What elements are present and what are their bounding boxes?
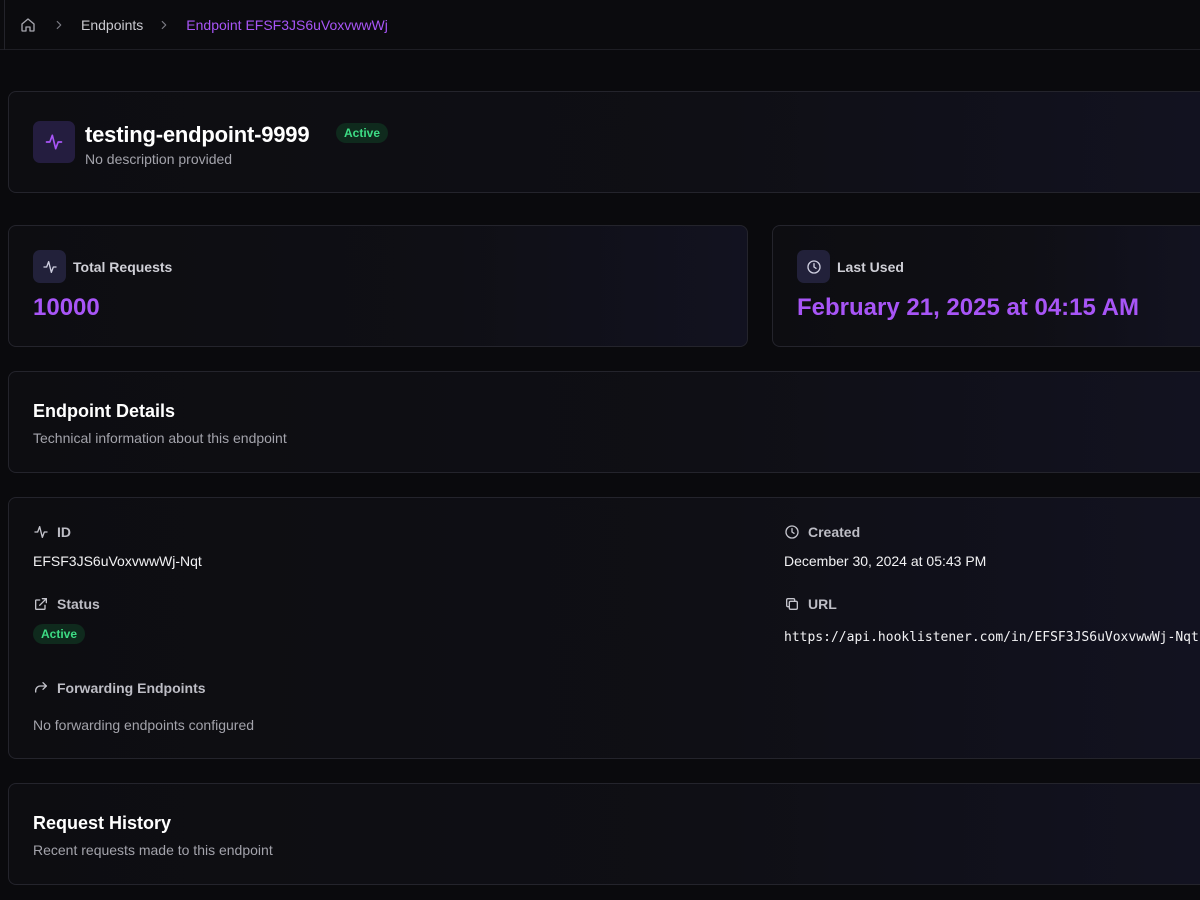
chevron-right-icon [157,17,173,33]
endpoint-header-card: testing-endpoint-9999 Active No descript… [8,91,1200,193]
created-field-label: Created [784,524,860,540]
chevron-right-icon [52,17,68,33]
top-bar: Endpoints Endpoint EFSF3JS6uVoxvwwWj [0,0,1200,50]
activity-icon [33,121,75,163]
endpoint-details-title: Endpoint Details [33,401,176,421]
clock-icon [797,250,830,283]
external-link-icon [33,596,49,612]
total-requests-label: Total Requests [73,259,173,275]
breadcrumb: Endpoints Endpoint EFSF3JS6uVoxvwwWj [20,13,388,37]
id-value: EFSF3JS6uVoxvwwWj-Nqt [33,553,202,569]
request-history-card: Request History Recent requests made to … [8,783,1200,885]
endpoint-name: testing-endpoint-9999 [85,122,310,147]
endpoint-details-card: ID EFSF3JS6uVoxvwwWj-Nqt Created Decembe… [8,497,1200,759]
last-used-value: February 21, 2025 at 04:15 AM [797,294,1139,321]
last-used-card: Last Used February 21, 2025 at 04:15 AM [772,225,1200,347]
request-history-subtitle: Recent requests made to this endpoint [33,842,273,858]
clock-icon [784,524,800,540]
last-used-label: Last Used [837,259,904,275]
endpoint-description: No description provided [85,151,233,167]
copy-icon[interactable] [784,596,800,612]
total-requests-value: 10000 [33,294,100,321]
forwarding-field-label: Forwarding Endpoints [33,680,206,696]
total-requests-card: Total Requests 10000 [8,225,748,347]
breadcrumb-current: Endpoint EFSF3JS6uVoxvwwWj [186,17,388,33]
forwarding-value: No forwarding endpoints configured [33,717,255,733]
activity-icon [33,250,66,283]
request-history-title: Request History [33,813,172,833]
id-field-label: ID [33,524,71,540]
breadcrumb-endpoints-link[interactable]: Endpoints [81,17,143,33]
forward-arrow-icon [33,680,49,696]
activity-icon [33,524,49,540]
status-badge: Active [33,624,86,644]
url-field-label: URL [784,596,837,612]
endpoint-details-subtitle: Technical information about this endpoin… [33,430,287,446]
endpoint-details-header-card: Endpoint Details Technical information a… [8,371,1200,473]
status-badge: Active [336,123,389,143]
url-value[interactable]: https://api.hooklistener.com/in/EFSF3JS6… [784,630,1199,645]
status-field-label: Status [33,596,100,612]
home-icon[interactable] [20,16,38,34]
created-value: December 30, 2024 at 05:43 PM [784,553,987,569]
sidebar-edge [4,0,5,50]
